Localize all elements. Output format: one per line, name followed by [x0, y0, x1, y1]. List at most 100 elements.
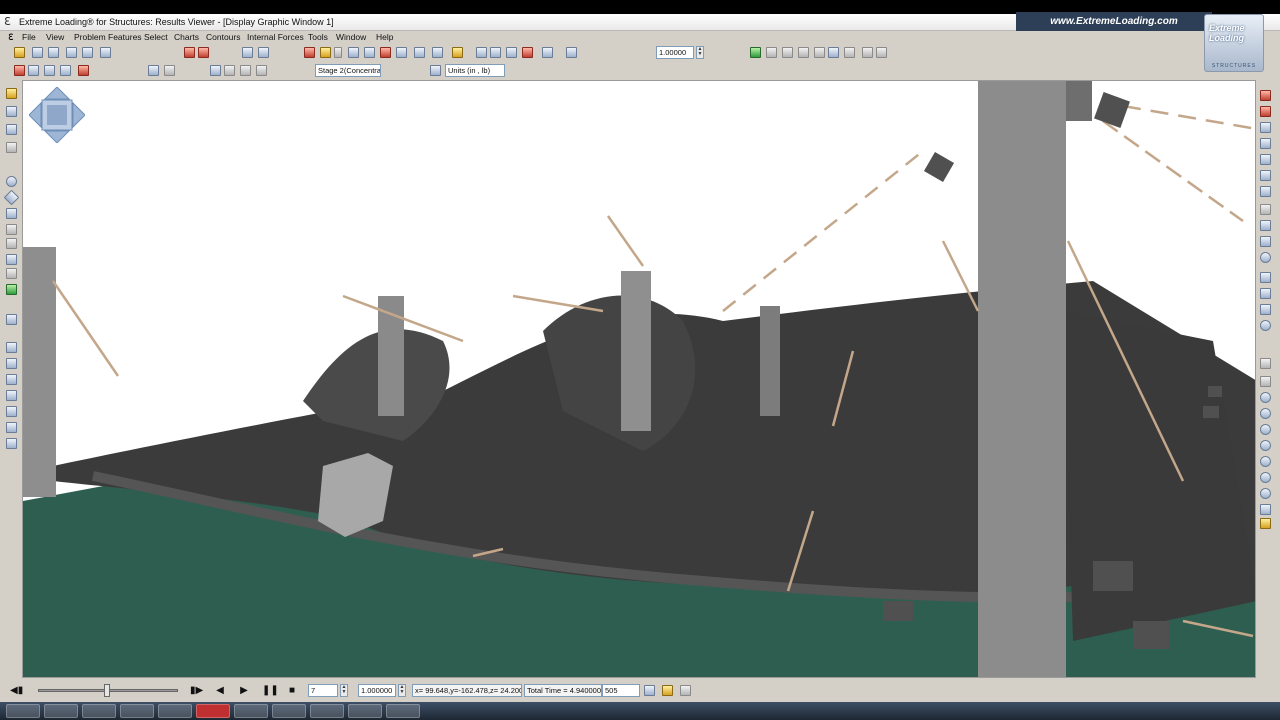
cut-plane-icon[interactable] [844, 47, 855, 58]
taskbar-app-3[interactable] [120, 704, 154, 718]
ruler-icon[interactable] [6, 124, 17, 135]
zoom-next-icon[interactable] [1260, 488, 1271, 499]
blue-cube-icon[interactable] [1260, 122, 1271, 133]
axis-2-icon[interactable] [1260, 288, 1271, 299]
spring-icon[interactable] [506, 47, 517, 58]
menu-problem-features[interactable]: Problem Features [74, 32, 142, 42]
menu-charts[interactable]: Charts [174, 32, 199, 42]
hide-icon[interactable] [1260, 204, 1271, 215]
menu-select[interactable]: Select [144, 32, 168, 42]
chart-2-icon[interactable] [164, 65, 175, 76]
link-icon[interactable] [1260, 220, 1271, 231]
triangle-icon[interactable] [6, 254, 17, 265]
cube-select-7-icon[interactable] [6, 438, 17, 449]
text-icon[interactable] [6, 268, 17, 279]
cube-icon[interactable] [782, 47, 793, 58]
menu-view[interactable]: View [46, 32, 64, 42]
frame-input[interactable]: 505 [602, 684, 640, 697]
zoom-in-icon[interactable] [1260, 408, 1271, 419]
cube-select-4-icon[interactable] [6, 390, 17, 401]
grid-icon[interactable] [432, 47, 443, 58]
view-navigation-cube[interactable] [28, 86, 86, 144]
cube-2-icon[interactable] [798, 47, 809, 58]
step-icon[interactable] [766, 47, 777, 58]
scale-spinner[interactable]: ▲ ▼ [696, 46, 704, 59]
solid-view-icon[interactable] [304, 47, 315, 58]
node-icon[interactable] [476, 47, 487, 58]
pause-icon[interactable]: ❚❚ [262, 685, 279, 697]
cube-select-5-icon[interactable] [6, 406, 17, 417]
globe-icon[interactable] [1260, 252, 1271, 263]
highlight-icon[interactable] [828, 47, 839, 58]
wire-view-icon[interactable] [320, 47, 331, 58]
taskbar-app-8[interactable] [310, 704, 344, 718]
cube-select-2-icon[interactable] [6, 358, 17, 369]
rewind-icon[interactable]: ◀▮ [10, 685, 23, 697]
pan-hand-icon[interactable] [1260, 518, 1271, 529]
time-slider-thumb[interactable] [104, 684, 110, 697]
blue-cube-4-icon[interactable] [1260, 170, 1271, 181]
taskbar-app-9[interactable] [348, 704, 382, 718]
cube-select-3-icon[interactable] [6, 374, 17, 385]
print-preview-icon[interactable] [82, 47, 93, 58]
top-view-icon[interactable] [380, 47, 391, 58]
pointer-icon[interactable] [6, 88, 17, 99]
material-icon[interactable] [566, 47, 577, 58]
speed-spinner[interactable]: ▲ ▼ [398, 684, 406, 697]
taskbar-app-10[interactable] [386, 704, 420, 718]
palette-icon[interactable] [14, 65, 25, 76]
front-view-icon[interactable] [348, 47, 359, 58]
graphic-viewport[interactable] [22, 80, 1256, 678]
axis-3-icon[interactable] [1260, 304, 1271, 315]
chart-icon[interactable] [148, 65, 159, 76]
menu-tools[interactable]: Tools [308, 32, 328, 42]
units-select[interactable]: Units (in , lb) [445, 64, 505, 77]
axis-icon[interactable] [1260, 272, 1271, 283]
cube-select-icon[interactable] [6, 342, 17, 353]
record-icon[interactable] [644, 685, 655, 696]
measure-icon[interactable] [414, 47, 425, 58]
target-icon[interactable] [1260, 320, 1271, 331]
zoom-prev-icon[interactable] [1260, 472, 1271, 483]
stage-select[interactable]: Stage 2(Concentra [315, 64, 381, 77]
side-view-icon[interactable] [364, 47, 375, 58]
explode-icon[interactable] [862, 47, 873, 58]
export-animation-icon[interactable] [662, 685, 673, 696]
red-cube-2-icon[interactable] [1260, 106, 1271, 117]
cube-select-6-icon[interactable] [6, 422, 17, 433]
blue-cube-2-icon[interactable] [1260, 138, 1271, 149]
open-icon[interactable] [14, 47, 25, 58]
sphere-icon[interactable] [6, 176, 17, 187]
diamond-icon[interactable] [3, 189, 20, 206]
gear-icon[interactable] [876, 47, 887, 58]
box-select-icon[interactable] [6, 314, 17, 325]
help-icon[interactable] [100, 47, 111, 58]
window-menu-icon[interactable]: ℇ [8, 32, 14, 43]
menu-help[interactable]: Help [376, 32, 393, 42]
cross-icon[interactable] [6, 224, 17, 235]
layer-2-icon[interactable] [60, 65, 71, 76]
link-2-icon[interactable] [1260, 236, 1271, 247]
play-reverse-icon[interactable]: ◀ [214, 685, 226, 697]
layer-icon[interactable] [44, 65, 55, 76]
fit-view-icon[interactable] [396, 47, 407, 58]
menu-file[interactable]: File [22, 32, 36, 42]
pick-icon[interactable] [6, 106, 17, 117]
image-icon[interactable] [6, 284, 17, 295]
paint-icon[interactable] [6, 142, 17, 153]
menu-internal-forces[interactable]: Internal Forces [247, 32, 304, 42]
taskbar-app-1[interactable] [44, 704, 78, 718]
pan-icon[interactable] [242, 47, 253, 58]
layer-3-icon[interactable] [78, 65, 89, 76]
contour-icon[interactable] [28, 65, 39, 76]
step-input[interactable]: 7 [308, 684, 338, 697]
menu-window[interactable]: Window [336, 32, 366, 42]
plus-icon[interactable] [6, 238, 17, 249]
view-dropdown-icon[interactable] [334, 47, 342, 58]
print-icon[interactable] [66, 47, 77, 58]
rotate-icon[interactable] [258, 47, 269, 58]
taskbar-app-5[interactable] [196, 704, 230, 718]
hand-icon[interactable] [1260, 376, 1271, 387]
redo-icon[interactable] [198, 47, 209, 58]
units-icon[interactable] [430, 65, 441, 76]
